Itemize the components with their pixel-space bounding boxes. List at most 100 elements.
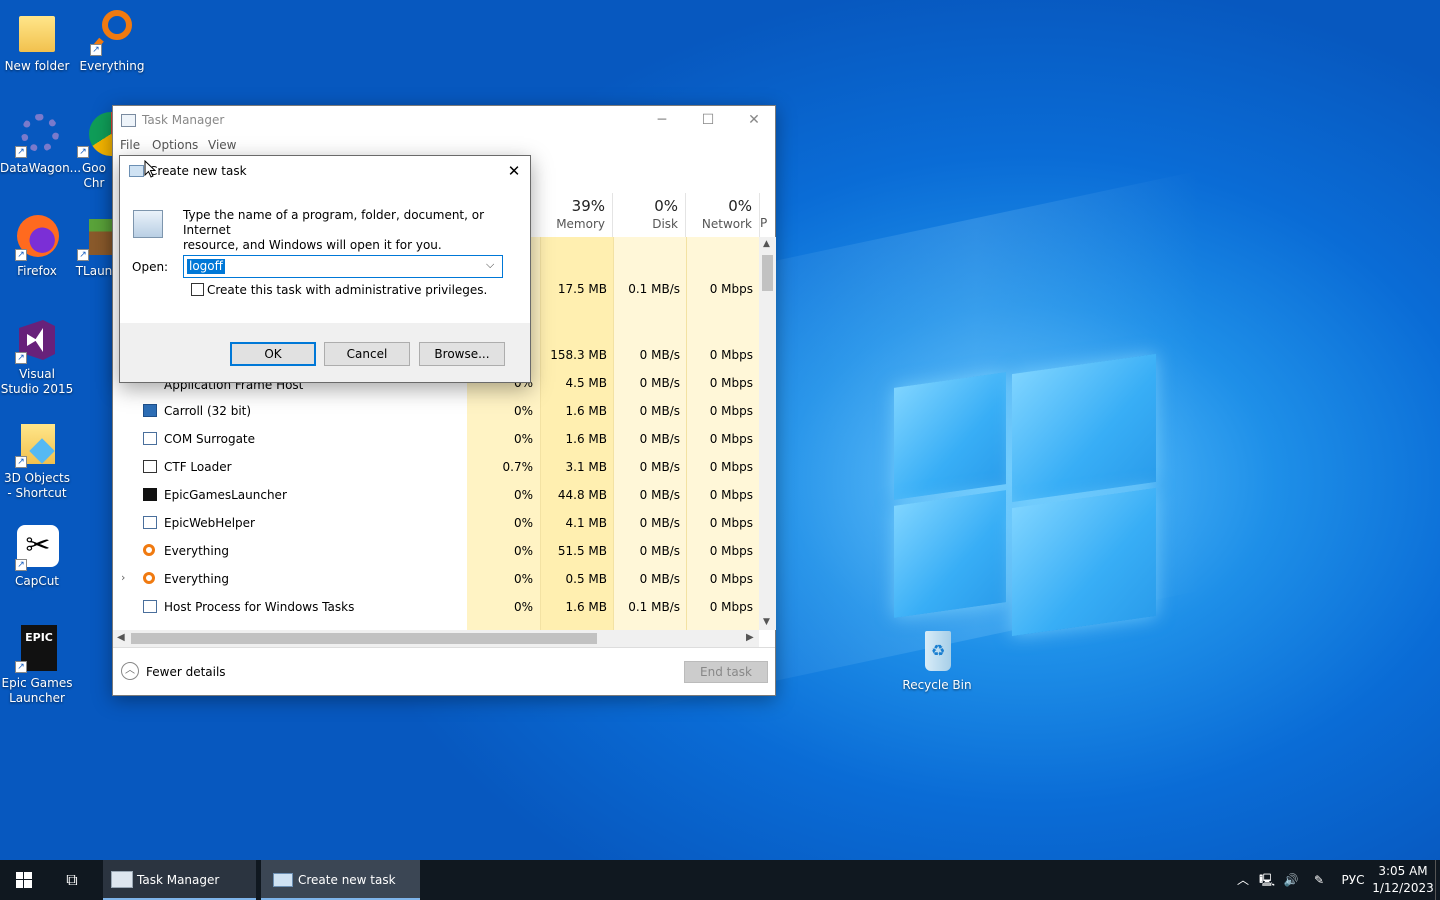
memory-cell: 44.8 MB xyxy=(557,488,607,502)
memory-cell: 3.1 MB xyxy=(565,460,607,474)
desktop-icon-label: 3D Objects - Shortcut xyxy=(3,471,71,500)
task-manager-footer: ︿ Fewer details End task xyxy=(113,647,775,695)
table-row[interactable]: Everything 0% 51.5 MB 0 MB/s 0 Mbps xyxy=(113,537,759,565)
volume-icon[interactable]: 🔊 xyxy=(1281,860,1301,900)
disk-cell: 0 MB/s xyxy=(639,488,680,502)
desktop-icon-recycle-bin[interactable]: ♻ Recycle Bin xyxy=(900,627,974,693)
table-row[interactable]: Host Process for Windows Tasks 0% 1.6 MB 0.… xyxy=(113,593,759,621)
ok-button[interactable]: OK xyxy=(230,342,316,366)
fewer-details-link[interactable]: Fewer details xyxy=(146,665,226,679)
dialog-description: Type the name of a program, folder, docu… xyxy=(183,208,485,252)
desktop-icon-everything[interactable]: ↗ Everything xyxy=(75,8,149,74)
cancel-button[interactable]: Cancel xyxy=(324,342,410,366)
cpu-cell: 0.7% xyxy=(502,460,534,474)
column-header-power[interactable]: P xyxy=(760,193,776,237)
desktop-icon-datawagon[interactable]: ↗ DataWagon... xyxy=(0,110,81,176)
network-cell: 0 Mbps xyxy=(709,516,753,530)
pen-icon[interactable]: ✎ xyxy=(1309,860,1329,900)
network-cell: 0 Mbps xyxy=(709,600,753,614)
desktop-icon-3d-objects[interactable]: ↗ 3D Objects - Shortcut xyxy=(0,420,74,501)
firefox-icon: ↗ xyxy=(13,213,61,261)
vertical-scrollbar[interactable]: ▲ ▼ xyxy=(759,237,776,630)
desktop-icon-visual-studio[interactable]: ↗ Visual Studio 2015 xyxy=(0,316,74,397)
scroll-down-icon[interactable]: ▼ xyxy=(763,617,770,627)
horizontal-scrollbar[interactable]: ◀ ▶ xyxy=(113,630,759,647)
desktop-icon-firefox[interactable]: ↗ Firefox xyxy=(0,213,74,279)
start-button[interactable] xyxy=(0,860,48,900)
network-cell: 0 Mbps xyxy=(709,460,753,474)
window-title: Task Manager xyxy=(142,113,225,127)
capcut-icon: ✂ ↗ xyxy=(13,523,61,571)
network-cell: 0 Mbps xyxy=(709,432,753,446)
memory-cell: 1.6 MB xyxy=(565,404,607,418)
table-row[interactable]: › Everything 0% 0.5 MB 0 MB/s 0 Mbps xyxy=(113,565,759,593)
language-indicator[interactable]: РУС xyxy=(1340,860,1366,900)
taskbar: ⧉ Task Manager Create new task ︿ 🖳 🔊 ✎ Р… xyxy=(0,860,1440,900)
run-program-icon xyxy=(133,210,163,238)
close-button[interactable]: ✕ xyxy=(731,106,777,135)
menu-options[interactable]: Options xyxy=(152,138,198,152)
process-name: COM Surrogate xyxy=(164,432,256,446)
column-header-network[interactable]: 0% Network xyxy=(686,193,760,237)
show-desktop-button[interactable] xyxy=(1435,860,1436,900)
disk-cell: 0 MB/s xyxy=(639,544,680,558)
task-view-icon: ⧉ xyxy=(66,870,78,889)
minimize-button[interactable]: ─ xyxy=(639,106,685,135)
desktop-icon-tlauncher[interactable]: ↗ TLaun xyxy=(75,213,113,279)
dialog-title: Create new task xyxy=(149,164,247,178)
scroll-left-icon[interactable]: ◀ xyxy=(117,632,125,643)
network-icon[interactable]: 🖳 xyxy=(1257,860,1277,900)
chevron-up-icon[interactable]: ︿ xyxy=(121,662,139,680)
maximize-button[interactable]: ☐ xyxy=(685,106,731,135)
chevron-down-icon[interactable]: ⌵ xyxy=(486,258,494,272)
windows-logo-wallpaper xyxy=(894,348,1156,637)
chevron-up-icon[interactable]: ︿ xyxy=(1234,860,1252,900)
desktop-icon-chrome[interactable]: ↗ Goo Chr xyxy=(75,110,113,191)
open-input-value[interactable]: logoff xyxy=(187,259,225,274)
scroll-thumb[interactable] xyxy=(762,255,773,291)
disk-cell: 0 MB/s xyxy=(639,432,680,446)
desktop-icon-label: Visual Studio 2015 xyxy=(0,367,74,396)
table-row[interactable]: EpicGamesLauncher 0% 44.8 MB 0 MB/s 0 Mbps xyxy=(113,481,759,509)
admin-checkbox[interactable] xyxy=(191,283,204,296)
process-name: EpicGamesLauncher xyxy=(164,488,287,502)
table-row[interactable]: CTF Loader 0.7% 3.1 MB 0 MB/s 0 Mbps xyxy=(113,453,759,481)
close-button[interactable]: ✕ xyxy=(502,161,526,181)
desktop-icon-label: New folder xyxy=(4,59,70,73)
menu-view[interactable]: View xyxy=(208,138,236,152)
window-icon xyxy=(143,432,157,445)
taskbar-app-task-manager[interactable]: Task Manager xyxy=(103,860,256,900)
menu-file[interactable]: File xyxy=(120,138,140,152)
task-manager-titlebar[interactable]: Task Manager ─ ☐ ✕ xyxy=(113,106,775,135)
task-manager-icon xyxy=(111,871,133,888)
task-view-button[interactable]: ⧉ xyxy=(48,860,96,900)
column-header-disk[interactable]: 0% Disk xyxy=(613,193,686,237)
desktop-icon-capcut[interactable]: ✂ ↗ CapCut xyxy=(0,523,74,589)
table-row[interactable]: Carroll (32 bit) 0% 1.6 MB 0 MB/s 0 Mbps xyxy=(113,397,759,425)
process-name: Host Process for Windows Tasks xyxy=(164,600,355,614)
taskbar-app-create-new-task[interactable]: Create new task xyxy=(261,860,420,900)
browse-button[interactable]: Browse... xyxy=(419,342,505,366)
column-header-memory[interactable]: 39% Memory xyxy=(539,193,613,237)
open-combobox[interactable]: logoff ⌵ xyxy=(183,255,503,278)
create-new-task-dialog: Create new task ✕ Type the name of a pro… xyxy=(119,155,531,383)
open-label: Open: xyxy=(132,260,169,274)
desktop-icon-label: CapCut xyxy=(14,574,60,588)
end-task-button[interactable]: End task xyxy=(684,661,768,683)
desktop-icon-label: Recycle Bin xyxy=(902,678,972,692)
cpu-cell: 0% xyxy=(513,404,533,418)
cpu-cell: 0% xyxy=(513,516,533,530)
grass-block-icon: ↗ xyxy=(75,213,113,261)
cpu-cell: 0% xyxy=(513,488,533,502)
dialog-titlebar[interactable]: Create new task ✕ xyxy=(120,156,530,186)
desktop-icon-epic-games[interactable]: EPIC ↗ Epic Games Launcher xyxy=(0,625,74,706)
chevron-right-icon[interactable]: › xyxy=(121,571,125,584)
network-cell: 0 Mbps xyxy=(709,404,753,418)
table-row[interactable]: EpicWebHelper 0% 4.1 MB 0 MB/s 0 Mbps xyxy=(113,509,759,537)
desktop-icon-new-folder[interactable]: New folder xyxy=(0,8,74,74)
clock[interactable]: 3:05 AM 1/12/2023 xyxy=(1372,860,1434,900)
scroll-right-icon[interactable]: ▶ xyxy=(746,632,754,643)
table-row[interactable]: COM Surrogate 0% 1.6 MB 0 MB/s 0 Mbps xyxy=(113,425,759,453)
scroll-up-icon[interactable]: ▲ xyxy=(763,239,770,249)
scroll-thumb[interactable] xyxy=(131,633,597,644)
